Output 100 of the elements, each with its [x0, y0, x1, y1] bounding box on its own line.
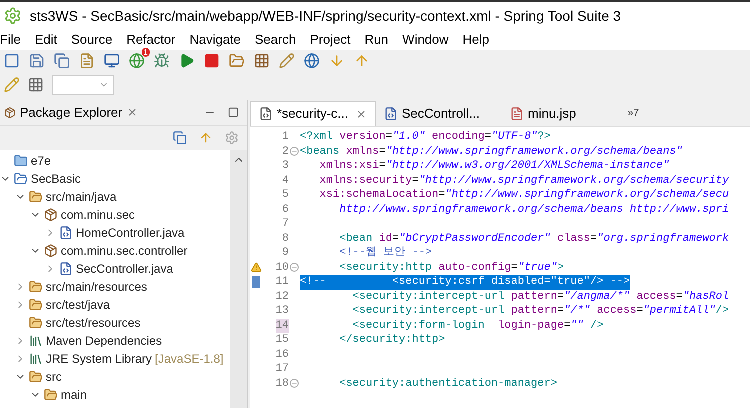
dropdown-field[interactable] — [52, 74, 114, 94]
source-folder-icon — [29, 298, 43, 312]
editor-tab[interactable]: *security-c... — [250, 101, 376, 126]
line-number: 8 — [282, 232, 289, 246]
line-number: 14 — [276, 318, 289, 333]
folder-icon — [14, 154, 28, 168]
java-file-icon — [59, 262, 73, 276]
tree-item[interactable]: SecController.java — [76, 260, 174, 278]
stop-icon[interactable] — [204, 53, 220, 69]
file-icon[interactable] — [79, 53, 95, 69]
menu-item[interactable]: Run — [364, 30, 389, 50]
fold-icon[interactable] — [290, 263, 299, 272]
tree-item[interactable]: e7e — [31, 152, 52, 170]
tab-label: *security-c... — [277, 105, 349, 124]
fold-icon[interactable] — [290, 379, 299, 388]
tab-overflow-count[interactable]: »7 — [628, 106, 640, 121]
line-number: 18 — [276, 376, 289, 391]
menu-item[interactable]: Window — [402, 30, 449, 50]
line-number: 13 — [276, 304, 289, 318]
code-line: </security:http> — [338, 333, 446, 348]
tree-item[interactable]: src — [46, 368, 62, 386]
xml-file-icon — [259, 107, 273, 121]
window-title: sts3WS - SecBasic/src/main/webapp/WEB-INF/spring/security-context.xml - Spring Tool Suite 3 — [30, 6, 622, 26]
menu-item[interactable]: Edit — [34, 30, 58, 50]
line-number: 12 — [276, 290, 289, 304]
code-line: <?xml version="1.0" encoding="UTF-8"?> — [300, 130, 551, 144]
library-icon — [29, 352, 43, 366]
tree-item[interactable]: com.minu.sec.controller — [61, 242, 188, 260]
source-folder-icon — [29, 280, 43, 294]
line-number: 11 — [276, 275, 289, 290]
source-folder-icon — [29, 316, 43, 330]
selection-marker — [252, 276, 260, 288]
code-line: <!--웹 보안 --> — [338, 246, 432, 260]
package-icon — [44, 208, 58, 222]
project-icon — [14, 172, 28, 186]
tab-label: SecControll... — [402, 104, 480, 123]
tree-item[interactable]: com.minu.sec — [61, 206, 136, 224]
package-icon — [4, 106, 16, 118]
tree-item[interactable]: src/test/java — [46, 296, 110, 314]
line-number: 1 — [282, 130, 289, 144]
scrollbar[interactable] — [230, 150, 247, 408]
code-line: <security:intercept-url pattern="/angma/*" access="hasRol — [352, 290, 730, 304]
line-number: 17 — [276, 362, 289, 376]
tree-item[interactable]: src/main/resources — [46, 278, 148, 296]
folder-icon — [44, 388, 58, 402]
tree-item[interactable]: src/test/resources — [46, 314, 141, 332]
monitor-icon[interactable] — [104, 53, 120, 69]
debug-icon[interactable] — [154, 53, 170, 69]
tree-item-suffix: [JavaSE-1.8] — [155, 351, 224, 368]
maximize-icon[interactable] — [228, 106, 239, 118]
line-number: 6 — [282, 202, 289, 217]
close-icon[interactable] — [126, 107, 138, 118]
tree-item[interactable]: main — [61, 386, 88, 404]
code-line: <security:form-login login-page="" /> — [352, 318, 604, 333]
tree-item[interactable]: SecBasic — [31, 170, 82, 188]
menu-item[interactable]: Navigate — [190, 30, 242, 50]
tab-label: minu.jsp — [528, 104, 576, 123]
java-file-icon — [59, 226, 73, 240]
run-icon[interactable] — [179, 53, 195, 69]
menu-item[interactable]: Source — [71, 30, 113, 50]
grid-icon[interactable] — [28, 76, 44, 92]
menu-item[interactable]: Project — [310, 30, 351, 50]
line-number: 9 — [282, 246, 289, 260]
code-line: <security:authentication-manager> — [338, 376, 558, 391]
code-line: <security:http auto-config="true"> — [338, 260, 564, 275]
grid-icon[interactable] — [254, 53, 270, 69]
menu-item[interactable]: Search — [255, 30, 296, 50]
tree-item[interactable]: src/main/java — [46, 188, 117, 206]
line-number: 4 — [282, 174, 289, 188]
jsp-file-icon — [510, 106, 524, 120]
code-line: xmlns:xsi="http://www.w3.org/2001/XMLSchema-instance" — [318, 159, 670, 174]
line-number: 16 — [276, 348, 289, 362]
open-folder-icon[interactable] — [229, 53, 245, 69]
menu-item[interactable]: File — [0, 30, 21, 50]
line-number: 3 — [282, 159, 289, 174]
package-icon — [44, 244, 58, 258]
pencil-icon[interactable] — [279, 53, 295, 69]
menu-item[interactable]: Refactor — [126, 30, 176, 50]
source-folder-icon — [29, 190, 43, 204]
save-icon[interactable] — [29, 53, 45, 69]
tree-item[interactable]: HomeController.java — [76, 224, 185, 242]
warning-icon — [250, 262, 262, 274]
line-number: 2 — [282, 144, 289, 159]
menu-item[interactable]: Help — [462, 30, 490, 50]
code-line: xsi:schemaLocation="http://www.springframework.org/schema/secu — [318, 188, 730, 202]
library-icon — [29, 334, 43, 348]
code-line: <bean id="bCryptPasswordEncoder" class="org.springframework — [338, 232, 730, 246]
tree-item[interactable]: Maven Dependencies — [46, 332, 162, 350]
code-line: http://www.springframework.org/schema/beans http://www.spri — [338, 202, 730, 217]
tree-item[interactable]: JRE System Library — [46, 350, 152, 368]
code-line: <security:intercept-url pattern="/*" access="permitAll"/> — [352, 304, 730, 318]
save-all-icon[interactable] — [54, 53, 70, 69]
close-icon[interactable] — [356, 108, 367, 120]
java-file-icon — [384, 106, 398, 120]
globe-icon[interactable] — [304, 53, 320, 69]
code-line: xmlns:security="http://www.springframework.org/schema/security — [318, 174, 730, 188]
app-logo-icon — [4, 7, 22, 25]
line-number: 7 — [282, 217, 289, 232]
line-number: 15 — [276, 333, 289, 348]
fold-icon[interactable] — [290, 147, 299, 156]
